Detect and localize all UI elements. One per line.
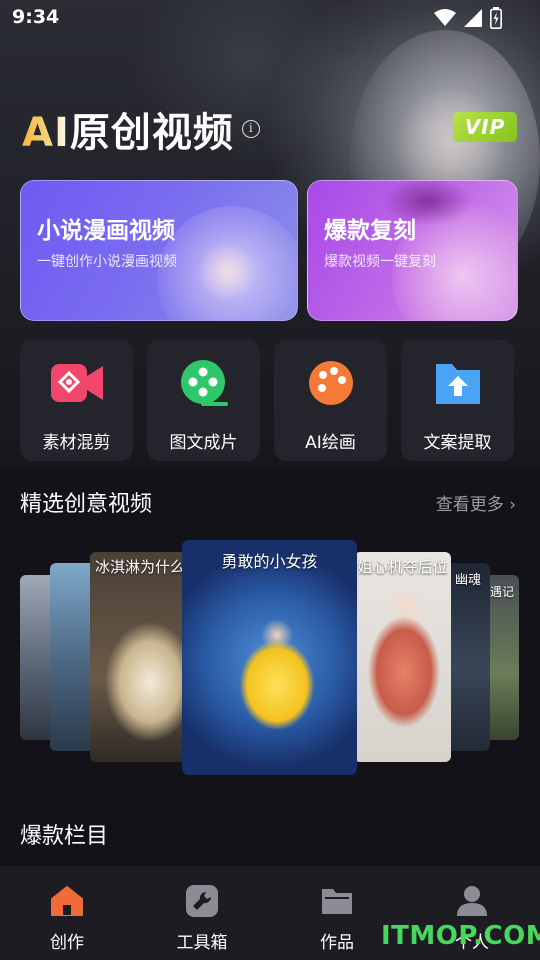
tool-text-extract[interactable]: 文案提取 — [401, 340, 514, 461]
person-icon — [457, 886, 487, 916]
card-title: 小说漫画视频 — [37, 218, 175, 244]
hot-replicate-card[interactable]: 爆款复刻 爆款视频一键复刻 — [307, 180, 518, 321]
folder-upload-icon — [436, 364, 480, 404]
nav-item-works[interactable]: 作品 — [287, 884, 387, 953]
card-subtitle: 一键创作小说漫画视频 — [37, 254, 177, 270]
tool-ai-painting[interactable]: AI绘画 — [274, 340, 387, 461]
tool-image-to-video[interactable]: 图文成片 — [147, 340, 260, 461]
video-camera-icon — [51, 364, 103, 402]
palette-icon — [309, 361, 353, 405]
wifi-icon — [434, 9, 456, 26]
chevron-right-icon: › — [509, 495, 516, 515]
nav-item-create[interactable]: 创作 — [17, 884, 117, 953]
carousel-slide[interactable]: 幽魂 — [446, 563, 490, 751]
slide-caption: 勇敢的小女孩 — [221, 552, 318, 571]
see-more-link[interactable]: 查看更多 › — [436, 490, 516, 515]
status-icons — [434, 7, 502, 29]
home-icon — [51, 886, 83, 916]
carousel-slide[interactable]: 姐心机夺后位 — [354, 552, 451, 762]
tool-material-mix[interactable]: 素材混剪 — [20, 340, 133, 461]
carousel-slide[interactable]: 冰淇淋为什么 — [90, 552, 190, 762]
watermark: ITMOP.COM — [381, 921, 540, 951]
film-reel-icon — [181, 360, 228, 406]
slide-caption: 遇记 — [489, 585, 514, 599]
nav-item-toolbox[interactable]: 工具箱 — [152, 884, 252, 953]
carousel-slide-active[interactable]: 勇敢的小女孩 — [182, 540, 357, 775]
see-more-label: 查看更多 — [435, 495, 504, 515]
slide-caption: 姐心机夺后位 — [357, 558, 448, 576]
page-title-text: AI原创视频 — [22, 100, 234, 158]
novel-comic-video-card[interactable]: 小说漫画视频 一键创作小说漫画视频 — [20, 180, 298, 321]
folder-icon — [322, 889, 352, 914]
info-icon[interactable]: i — [241, 120, 260, 138]
slide-caption: 冰淇淋为什么 — [94, 558, 185, 576]
nav-label: 创作 — [50, 933, 84, 953]
card-title: 爆款复刻 — [324, 218, 416, 244]
hot-section-heading: 爆款栏目 — [20, 824, 109, 849]
nav-label: 作品 — [320, 933, 354, 953]
wrench-icon — [186, 885, 218, 917]
card-character-face — [197, 241, 257, 301]
vip-badge[interactable]: VIP — [453, 112, 517, 142]
tool-label: 文案提取 — [423, 433, 492, 453]
slide-caption: 幽魂 — [454, 573, 481, 588]
tool-label: 素材混剪 — [42, 433, 111, 453]
nav-label: 工具箱 — [176, 933, 228, 953]
card-subtitle: 爆款视频一键复刻 — [324, 254, 436, 270]
carousel-slide[interactable]: 遇记 — [485, 575, 519, 740]
signal-icon — [464, 9, 482, 27]
tool-label: AI绘画 — [305, 433, 356, 453]
featured-heading: 精选创意视频 — [20, 492, 153, 517]
status-time: 9:34 — [12, 6, 60, 28]
status-bar: 9:34 — [0, 0, 540, 36]
battery-icon — [490, 7, 502, 29]
tool-label: 图文成片 — [169, 433, 238, 453]
page-title: AI原创视频 i — [22, 100, 260, 158]
